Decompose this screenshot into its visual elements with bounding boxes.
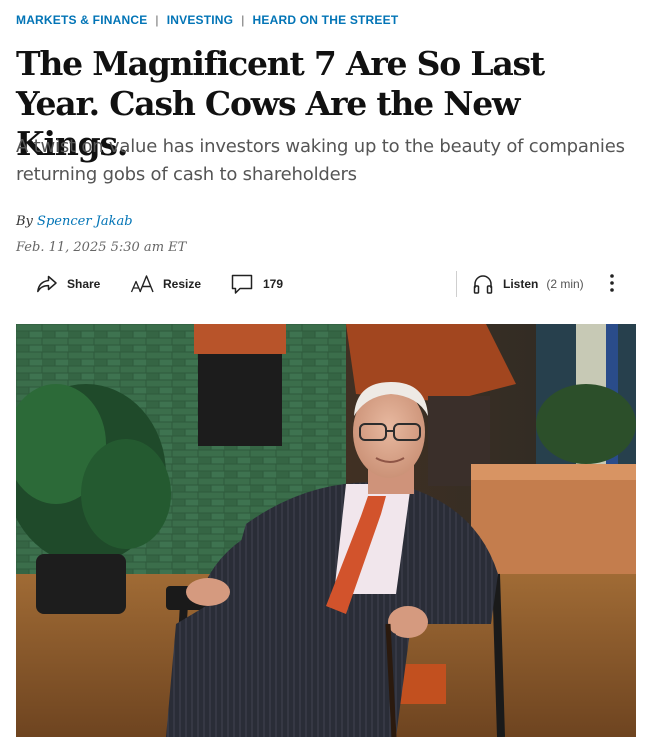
breadcrumb-markets-finance[interactable]: MARKETS & FINANCE [16,13,147,27]
listen-duration: (2 min) [546,277,584,291]
breadcrumb: MARKETS & FINANCE | INVESTING | HEARD ON… [16,13,398,27]
byline-prefix: By [16,214,33,229]
share-button[interactable]: Share [36,268,100,300]
listen-label: Listen [503,277,539,291]
hero-photo [16,324,636,737]
more-vertical-icon [609,273,615,296]
hero-photo-illustration [16,324,636,737]
breadcrumb-separator: | [155,13,159,27]
resize-label: Resize [163,277,202,291]
breadcrumb-heard-on-the-street[interactable]: HEARD ON THE STREET [253,13,399,27]
byline: By Spencer Jakab [16,214,133,229]
breadcrumb-separator: | [241,13,245,27]
comment-bubble-icon [230,273,254,295]
headphones-icon [472,273,494,295]
resize-button[interactable]: Resize [130,268,201,300]
listen-button[interactable]: Listen (2 min) [472,268,584,300]
comments-count: 179 [263,277,284,291]
article-toolbar: Share Resize 179 Listen (2 min) [0,268,654,300]
breadcrumb-investing[interactable]: INVESTING [167,13,233,27]
share-label: Share [67,277,101,291]
article-dek: A twist on value has investors waking up… [16,136,625,185]
toolbar-divider [456,271,457,297]
publish-date: Feb. 11, 2025 5:30 am ET [16,240,187,255]
share-arrow-icon [36,274,58,294]
author-link[interactable]: Spencer Jakab [37,214,133,229]
more-options-button[interactable] [602,268,622,300]
comments-button[interactable]: 179 [230,268,283,300]
text-resize-icon [130,274,154,294]
